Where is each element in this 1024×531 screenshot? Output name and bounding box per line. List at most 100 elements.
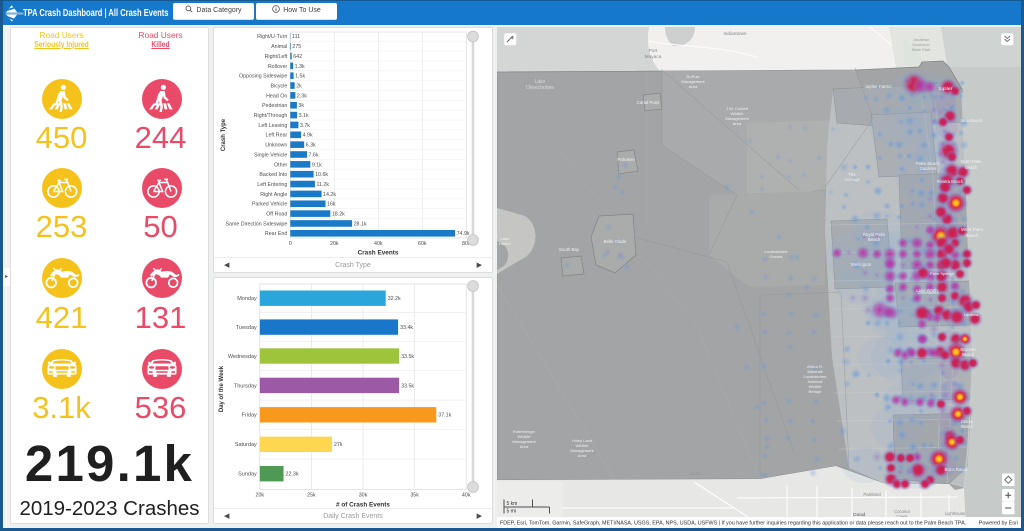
svg-text:Gardens: Gardens (920, 166, 938, 171)
svg-text:Area: Area (578, 453, 587, 458)
svg-text:Right/Through: Right/Through (254, 113, 288, 119)
svg-text:Pahokee: Pahokee (617, 157, 635, 162)
svg-text:Okeechobee: Okeechobee (526, 85, 555, 91)
svg-text:25k: 25k (307, 493, 316, 499)
svg-text:Other: Other (274, 162, 287, 168)
svg-text:State Park: State Park (912, 47, 931, 52)
svg-text:Parkland: Parkland (863, 492, 881, 497)
svg-text:Wednesday: Wednesday (228, 354, 257, 360)
svg-text:2.3k: 2.3k (297, 93, 307, 99)
svg-text:16k: 16k (327, 202, 336, 208)
svg-text:Left Rear: Left Rear (266, 133, 288, 139)
svg-text:32.2k: 32.2k (388, 296, 401, 302)
svg-text:Belle Glade: Belle Glade (604, 239, 627, 244)
svg-text:33.5k: 33.5k (401, 383, 414, 389)
svg-text:West Palm: West Palm (961, 227, 983, 232)
svg-text:Acreage: Acreage (844, 177, 860, 182)
svg-text:Right Angle: Right Angle (260, 192, 287, 198)
svg-text:Juno Beach: Juno Beach (960, 118, 983, 123)
svg-text:Parked Vehicle: Parked Vehicle (252, 202, 287, 208)
svg-text:Saturday: Saturday (235, 442, 257, 448)
svg-text:10.6k: 10.6k (315, 172, 328, 178)
svg-text:Right/Left: Right/Left (265, 54, 288, 60)
svg-text:2k: 2k (296, 83, 302, 89)
svg-text:40k: 40k (462, 493, 471, 499)
svg-text:33.5k: 33.5k (401, 354, 414, 360)
svg-text:Crash Events: Crash Events (358, 250, 399, 257)
svg-text:Left Leaving: Left Leaving (258, 123, 287, 129)
svg-text:9.1k: 9.1k (312, 162, 322, 168)
svg-text:Left Entering: Left Entering (257, 182, 287, 188)
svg-text:5 mi: 5 mi (507, 509, 516, 515)
svg-text:Sunday: Sunday (238, 472, 257, 478)
svg-text:Beach: Beach (961, 424, 974, 429)
svg-text:30k: 30k (359, 493, 368, 499)
svg-text:3.7k: 3.7k (300, 123, 310, 129)
svg-text:Head On: Head On (266, 93, 287, 99)
svg-text:US-27: US-27 (690, 472, 701, 476)
svg-text:Riviera Beach: Riviera Beach (937, 179, 964, 184)
svg-text:Tuesday: Tuesday (236, 325, 257, 331)
svg-text:Day of the Week: Day of the Week (219, 365, 225, 412)
svg-text:14.2k: 14.2k (323, 192, 336, 198)
svg-text:Crash Type: Crash Type (221, 118, 227, 151)
svg-text:642: 642 (293, 54, 302, 60)
svg-text:Groves: Groves (770, 254, 783, 259)
svg-text:Area: Area (733, 121, 742, 126)
svg-text:40k: 40k (374, 241, 383, 247)
svg-text:Opposing Sideswipe: Opposing Sideswipe (239, 74, 287, 80)
svg-text:Area: Area (520, 444, 529, 449)
svg-text:35k: 35k (410, 493, 419, 499)
svg-text:Beach: Beach (965, 233, 978, 238)
svg-text:Greenacres: Greenacres (918, 290, 939, 295)
svg-text:4.9k: 4.9k (303, 133, 313, 139)
svg-text:Lighthouse: Lighthouse (945, 511, 966, 516)
svg-text:Beach: Beach (962, 352, 975, 357)
svg-text:Pedestrian: Pedestrian (262, 103, 287, 109)
svg-text:3k: 3k (298, 103, 304, 109)
svg-text:Harbor: Harbor (499, 241, 512, 246)
svg-text:Off Road: Off Road (266, 212, 287, 218)
svg-text:South Bay: South Bay (559, 247, 580, 252)
svg-text:Thursday: Thursday (234, 383, 257, 389)
svg-text:Jupiter Farms: Jupiter Farms (865, 84, 893, 89)
svg-text:1.3k: 1.3k (295, 64, 305, 70)
svg-text:18.2k: 18.2k (332, 212, 345, 218)
svg-text:Canal Point: Canal Point (637, 100, 660, 105)
svg-text:Animal: Animal (271, 44, 287, 50)
svg-text:33.4k: 33.4k (400, 325, 413, 331)
svg-text:0: 0 (289, 241, 292, 247)
svg-text:Boca Raton: Boca Raton (945, 467, 969, 472)
svg-text:5 km: 5 km (507, 501, 518, 507)
svg-text:7.6k: 7.6k (309, 152, 319, 158)
svg-text:60k: 60k (418, 241, 427, 247)
svg-text:1.5k: 1.5k (295, 74, 305, 80)
svg-text:FDEP, Esri, TomTom, Garmin, Sa: FDEP, Esri, TomTom, Garmin, SafeGraph, M… (500, 521, 966, 527)
svg-text:Area: Area (689, 84, 698, 89)
svg-text:Beach: Beach (965, 165, 978, 170)
svg-text:Single Vehicle: Single Vehicle (254, 152, 287, 158)
svg-text:6.3k: 6.3k (306, 143, 316, 149)
svg-text:Rear End: Rear End (265, 231, 287, 237)
svg-text:Beach: Beach (868, 237, 881, 242)
svg-text:37.1k: 37.1k (438, 413, 451, 419)
svg-text:North Palm: North Palm (961, 159, 982, 164)
svg-text:Backed Into: Backed Into (259, 172, 287, 178)
svg-text:Rollover: Rollover (268, 64, 288, 70)
svg-text:Refuge: Refuge (809, 389, 823, 394)
svg-text:Indiantown: Indiantown (723, 31, 747, 37)
svg-text:Lantana: Lantana (964, 312, 979, 317)
svg-text:27k: 27k (334, 442, 343, 448)
svg-text:Port: Port (649, 48, 658, 54)
svg-text:Friday: Friday (242, 413, 258, 419)
svg-text:11.2k: 11.2k (316, 182, 329, 188)
svg-text:3.1k: 3.1k (299, 113, 309, 119)
svg-text:20k: 20k (256, 493, 265, 499)
svg-text:Same Direction Sideswipe: Same Direction Sideswipe (225, 221, 287, 227)
svg-text:28.1k: 28.1k (354, 221, 367, 227)
svg-text:Unknown: Unknown (265, 143, 287, 149)
svg-text:20k: 20k (330, 241, 339, 247)
svg-text:Powered by Esri: Powered by Esri (979, 521, 1018, 527)
svg-text:Bicycle: Bicycle (271, 83, 288, 89)
svg-text:Monday: Monday (237, 296, 257, 302)
